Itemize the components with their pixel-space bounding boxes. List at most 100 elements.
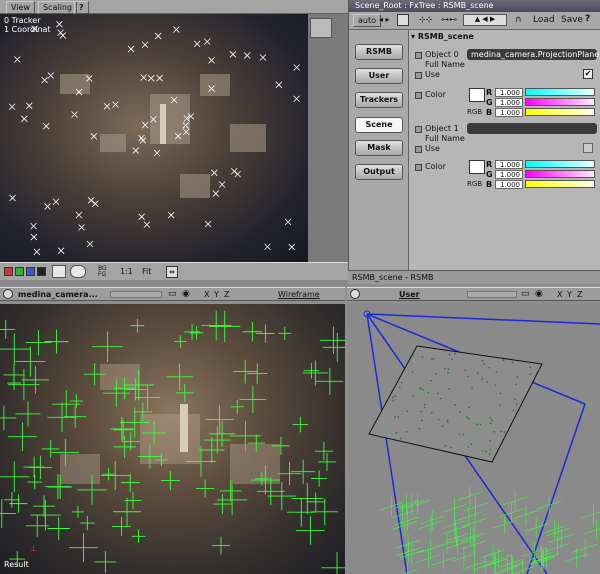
camera-dropdown[interactable]: medina_camera...: [18, 290, 98, 299]
obj1-anim-checkbox[interactable]: [415, 126, 422, 133]
eye-icon-2[interactable]: ◉: [535, 289, 543, 299]
node-flow-icon[interactable]: ⊶⊷: [441, 15, 457, 24]
viewport-menu-icon[interactable]: [3, 289, 13, 299]
obj1-r-value[interactable]: 1.000: [495, 160, 523, 169]
obj0-b-value[interactable]: 1.000: [495, 108, 523, 117]
obj0-anim-checkbox[interactable]: [415, 52, 422, 59]
section-header[interactable]: ▾ RSMB_scene: [411, 32, 474, 41]
compare-icon[interactable]: [52, 265, 66, 278]
obj1-b-value[interactable]: 1.000: [495, 180, 523, 189]
red-swatch[interactable]: [4, 267, 13, 276]
obj0-color-anim[interactable]: [415, 92, 422, 99]
tab-trackers[interactable]: Trackers: [355, 92, 403, 108]
obj0-use-checkbox[interactable]: ✔: [583, 69, 593, 79]
green-grid-stroke: [405, 494, 430, 515]
user-camera-dropdown[interactable]: User: [399, 290, 420, 299]
obj1-r-slider[interactable]: [525, 160, 595, 168]
tab-mask[interactable]: Mask: [355, 140, 403, 156]
green-cross: [8, 368, 40, 401]
obj0-r-slider[interactable]: [525, 88, 595, 96]
alpha-swatch[interactable]: [37, 267, 46, 276]
lut-icon[interactable]: [70, 265, 86, 278]
point: [418, 427, 421, 430]
keyframe-icon[interactable]: ⊹⊹: [419, 15, 432, 24]
tab-output[interactable]: Output: [355, 164, 403, 180]
green-cross: [120, 473, 140, 493]
point: [411, 370, 414, 373]
ratio-button[interactable]: 1:1: [120, 267, 133, 276]
point: [446, 419, 449, 422]
expand-icon[interactable]: ⇹: [166, 266, 178, 278]
obj1-use-anim[interactable]: [415, 146, 422, 153]
green-cross: [267, 481, 296, 511]
green-cross: [230, 400, 245, 414]
obj0-r-value[interactable]: 1.000: [495, 88, 523, 97]
view-menu[interactable]: View: [6, 1, 35, 14]
point: [437, 418, 440, 421]
z-axis-button[interactable]: Z: [224, 290, 229, 299]
green-swatch[interactable]: [15, 267, 24, 276]
y-axis-button-2[interactable]: Y: [567, 290, 572, 299]
tracker-x: [71, 111, 78, 118]
obj0-g-slider[interactable]: [525, 98, 595, 106]
fit-button[interactable]: Fit: [142, 267, 151, 276]
nav-arrows-icon[interactable]: ◂ ▸: [379, 15, 390, 24]
link-icon[interactable]: [397, 14, 409, 26]
camera-viewport[interactable]: Result ⊥: [0, 304, 345, 574]
blue-swatch[interactable]: [26, 267, 35, 276]
save-button[interactable]: Save: [561, 15, 583, 25]
eye-icon[interactable]: ◉: [182, 289, 190, 299]
obj0-use-anim[interactable]: [415, 72, 422, 79]
tracker-x: [21, 115, 28, 123]
x-axis-button[interactable]: X: [204, 290, 209, 299]
tab-scene[interactable]: Scene: [355, 117, 403, 133]
green-grid-stroke: [458, 526, 483, 547]
mode-dropdown[interactable]: Wireframe: [278, 290, 320, 299]
obj0-name-field[interactable]: medina_camera.ProjectionPlane: [467, 49, 599, 60]
viewer-scrollbar[interactable]: [310, 18, 332, 38]
display-icon-2[interactable]: ▭: [521, 289, 530, 299]
point: [467, 446, 470, 448]
scaling-menu[interactable]: Scaling: [38, 1, 77, 14]
panel-help-button[interactable]: ?: [585, 14, 590, 24]
auto-dropdown[interactable]: auto: [353, 14, 382, 27]
obj1-use-checkbox[interactable]: [583, 143, 593, 153]
viewport-menu-icon-2[interactable]: [350, 289, 360, 299]
x-axis-button-2[interactable]: X: [557, 290, 562, 299]
tracker-x: [41, 76, 48, 84]
obj1-g-slider[interactable]: [525, 170, 595, 178]
obj1-b-slider[interactable]: [525, 180, 595, 188]
obj0-g-value[interactable]: 1.000: [495, 98, 523, 107]
tracker-x: [204, 220, 212, 228]
tracker-x: [259, 54, 267, 61]
display-icon[interactable]: ▭: [168, 289, 177, 299]
green-cross: [239, 386, 267, 413]
obj1-name-field[interactable]: [467, 123, 597, 134]
z-axis-button-2[interactable]: Z: [577, 290, 582, 299]
obj0-b-slider[interactable]: [525, 108, 595, 116]
toggle-strip[interactable]: [110, 291, 162, 298]
proxy-icon[interactable]: BG FG: [98, 266, 107, 278]
tracker-x: [56, 20, 63, 28]
green-grid-stroke: [513, 504, 539, 525]
tab-rsmb[interactable]: RSMB: [355, 44, 403, 60]
point: [430, 411, 433, 414]
obj1-color-swatch[interactable]: [469, 160, 485, 174]
tracker-viewport[interactable]: 0 Tracker 1 Coordinat: [0, 14, 308, 262]
tab-user[interactable]: User: [355, 68, 403, 84]
obj0-g-label: G: [486, 98, 493, 107]
3d-user-viewport[interactable]: [347, 304, 600, 574]
green-cross: [41, 440, 60, 458]
magnet-icon[interactable]: ∩: [515, 15, 522, 25]
y-axis-button[interactable]: Y: [214, 290, 219, 299]
help-button[interactable]: ?: [74, 1, 89, 14]
load-button[interactable]: Load: [533, 15, 555, 25]
obj1-color-anim[interactable]: [415, 164, 422, 171]
obj1-g-value[interactable]: 1.000: [495, 170, 523, 179]
toggle-strip-2[interactable]: [467, 291, 517, 298]
history-icons[interactable]: ▲ ◀ ▶: [463, 14, 507, 26]
obj0-color-swatch[interactable]: [469, 88, 485, 102]
point: [441, 425, 444, 427]
obj0-label: Object 0 Full Name: [425, 50, 465, 69]
point: [454, 353, 456, 355]
